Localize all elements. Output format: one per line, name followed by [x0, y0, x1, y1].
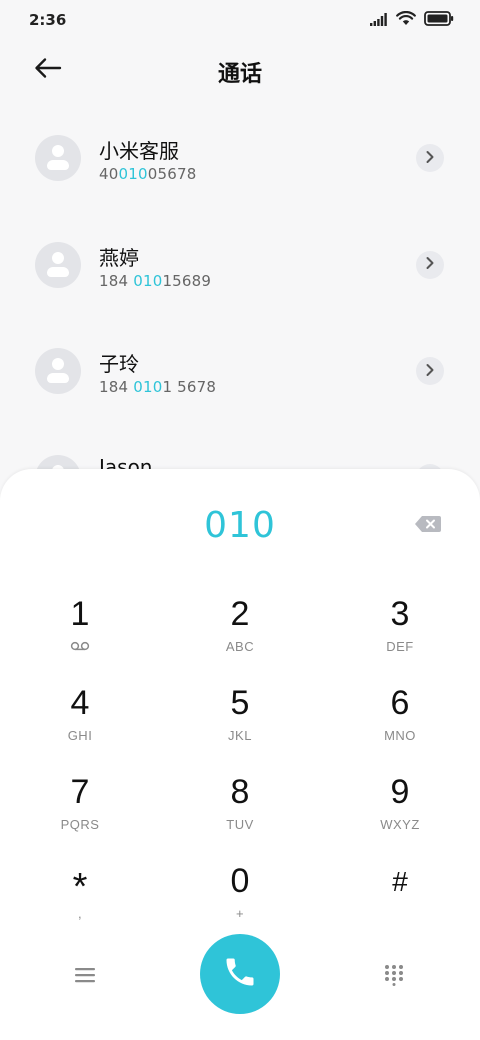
key-5[interactable]: 5 JKL	[180, 678, 300, 758]
avatar	[35, 241, 81, 288]
key-star[interactable]: * ,	[20, 856, 140, 936]
status-time: 2:36	[29, 11, 67, 29]
battery-icon	[424, 10, 454, 30]
key-2[interactable]: 2 ABC	[180, 589, 300, 669]
avatar	[35, 135, 81, 181]
contact-name: 子玲	[99, 352, 139, 376]
menu-button[interactable]	[66, 962, 104, 992]
status-icons	[370, 10, 454, 30]
contact-list: 小米客服 4001005678 燕婷 184 01015689 子玲 184 0…	[0, 105, 480, 485]
contact-number: 184 01015689	[99, 271, 212, 290]
key-8[interactable]: 8 TUV	[180, 767, 300, 847]
key-9[interactable]: 9 WXYZ	[340, 767, 460, 847]
signal-icon	[370, 11, 388, 30]
dialpad-icon	[384, 964, 404, 990]
key-hash[interactable]: #	[340, 856, 460, 936]
key-7[interactable]: 7 PQRS	[20, 767, 140, 847]
dialpad-toggle-button[interactable]	[376, 960, 412, 994]
contact-detail-button[interactable]	[416, 357, 444, 385]
dialed-number: 010	[204, 505, 276, 546]
key-4[interactable]: 4 GHI	[20, 678, 140, 758]
contact-row[interactable]: 子玲 184 0101 5678	[0, 318, 480, 425]
key-0[interactable]: 0 +	[180, 856, 300, 936]
avatar	[35, 348, 81, 394]
key-6[interactable]: 6 MNO	[340, 678, 460, 758]
status-bar: 2:36	[0, 0, 480, 40]
voicemail-icon	[70, 639, 90, 654]
dialer-panel: 010 1 2 ABC 3 DEF 4 GHI 5 JKL 6 MNO 7 PQ…	[0, 469, 480, 1040]
wifi-icon	[396, 10, 416, 30]
header: 通话	[0, 44, 480, 96]
chevron-right-icon	[425, 149, 435, 168]
contact-number: 4001005678	[99, 165, 197, 183]
backspace-button[interactable]	[412, 513, 444, 539]
page-title: 通话	[217, 62, 262, 87]
bottom-bar	[0, 934, 480, 1024]
contact-detail-button[interactable]	[416, 144, 444, 172]
contact-row[interactable]: 燕婷 184 01015689	[0, 212, 480, 319]
backspace-icon	[414, 515, 442, 537]
match-highlight: 010	[118, 165, 148, 183]
menu-icon	[75, 967, 95, 987]
match-highlight: 010	[133, 378, 163, 396]
contact-name: 燕婷	[99, 245, 139, 270]
key-3[interactable]: 3 DEF	[340, 589, 460, 669]
contact-name: 小米客服	[99, 139, 179, 163]
contact-row[interactable]: 小米客服 4001005678	[0, 105, 480, 212]
phone-icon	[222, 954, 258, 994]
call-button[interactable]	[200, 934, 280, 1014]
chevron-right-icon	[425, 362, 435, 381]
contact-number: 184 0101 5678	[99, 378, 217, 396]
chevron-right-icon	[425, 255, 435, 274]
contact-detail-button[interactable]	[416, 250, 444, 279]
key-1[interactable]: 1	[20, 589, 140, 669]
match-highlight: 010	[133, 271, 163, 290]
